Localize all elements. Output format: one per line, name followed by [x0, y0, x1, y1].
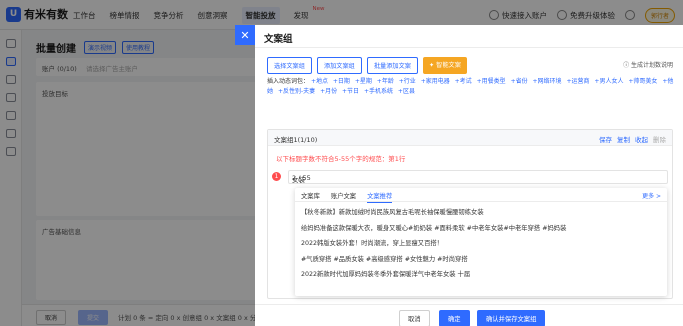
var-reverse-gender[interactable]: +反性别-夫妻 — [278, 88, 315, 95]
var-carrier[interactable]: +运营商 — [566, 78, 589, 85]
confirm-save-button[interactable]: 确认并保存文案组 — [477, 310, 546, 326]
select-copy-group-button[interactable]: 选择文案组 — [267, 57, 312, 74]
var-month[interactable]: +月份 — [320, 88, 337, 95]
var-age[interactable]: +年龄 — [377, 78, 394, 85]
list-item[interactable]: 【秋冬新款】新款加绒时尚民族风复古毛呢长袖保暖慢腰韧练女装 — [301, 205, 566, 221]
var-district[interactable]: +区县 — [398, 88, 415, 95]
list-item[interactable]: #气质穿搭 #品质女装 #高级感穿搭 #女性魅力 #时尚穿搭 — [301, 252, 566, 268]
copy-suggest-dropdown: 文案库 账户文案 文案推荐 更多 > 【秋冬新款】新款加绒时尚民族风复古毛呢长袖… — [295, 188, 667, 296]
copy-group-actions: 保存 复制 收起 删除 — [599, 134, 666, 144]
plan-count-help-label: 生成计划数说明 — [630, 62, 673, 69]
smart-copy-label: 智能文案 — [436, 62, 461, 69]
char-counter: 2 / 55 — [292, 174, 311, 182]
drawer-divider — [255, 47, 683, 48]
var-phone-os[interactable]: +手机系统 — [364, 88, 393, 95]
confirm-button[interactable]: 确定 — [439, 310, 470, 326]
delete-group-button[interactable]: 删除 — [653, 134, 666, 144]
copy-group-header: 文案组1(1/10) 保存 复制 收起 删除 — [268, 130, 672, 146]
var-exam[interactable]: +考试 — [455, 78, 472, 85]
close-icon: ✕ — [240, 28, 250, 42]
more-link[interactable]: 更多 > — [642, 191, 661, 200]
close-drawer-button[interactable]: ✕ — [235, 25, 255, 45]
drawer-title: 文案组 — [264, 34, 293, 45]
suggest-divider — [295, 201, 667, 202]
var-handsome-beauty[interactable]: +帅哥美女 — [628, 78, 657, 85]
collapse-group-button[interactable]: 收起 — [635, 134, 648, 144]
list-item[interactable]: 2022韩版女装外套！时尚潮流，穿上显瘦又百搭！ — [301, 236, 566, 252]
var-man-woman[interactable]: +男人女人 — [594, 78, 623, 85]
var-date[interactable]: +日期 — [333, 78, 350, 85]
cancel-button[interactable]: 取消 — [399, 310, 430, 326]
var-weekday[interactable]: +星期 — [355, 78, 372, 85]
var-meal-type[interactable]: +用餐类型 — [477, 78, 506, 85]
var-network[interactable]: +网络环境 — [533, 78, 562, 85]
title-length-error: 以下标题字数不符合5-55个字的规范：第1行 — [276, 155, 406, 163]
drawer-footer: 取消 确定 确认并保存文案组 — [255, 304, 683, 326]
batch-add-copy-button[interactable]: 批量添加文案 — [366, 57, 418, 74]
copy-group-title: 文案组1(1/10) — [274, 136, 318, 144]
var-industry[interactable]: +行业 — [399, 78, 416, 85]
list-item[interactable]: 给妈妈准备这款保暖大衣，暖身又暖心#奶奶装 #面料柔软 #中老年女装#中老年穿搭… — [301, 221, 566, 237]
var-appliance[interactable]: +家用电器 — [421, 78, 450, 85]
var-festival[interactable]: +节日 — [342, 88, 359, 95]
save-group-button[interactable]: 保存 — [599, 134, 612, 144]
add-copy-group-button[interactable]: 添加文案组 — [316, 57, 362, 74]
copy-group-drawer: 文案组 选择文案组 添加文案组 批量添加文案 ✦ 智能文案 ⓘ 生成计划数说明 … — [255, 25, 683, 326]
help-icon: ⓘ — [623, 62, 631, 69]
var-province[interactable]: +省份 — [511, 78, 528, 85]
row-error-badge: 1 — [272, 172, 281, 181]
list-item[interactable]: 2022新款时代加厚妈妈装冬季外套保暖洋气中老年女装 十届 — [301, 267, 566, 283]
copy-group-card: 文案组1(1/10) 保存 复制 收起 删除 以下标题字数不符合5-55个字的规… — [267, 129, 673, 299]
dynamic-words: 插入动态词包： +地点 +日期 +星期 +年龄 +行业 +家用电器 +考试 +用… — [267, 77, 677, 97]
copy-title-input[interactable]: 女装 2 / 55 — [288, 170, 668, 184]
copy-group-button[interactable]: 复制 — [617, 134, 630, 144]
smart-copy-button[interactable]: ✦ 智能文案 — [423, 57, 467, 74]
copy-actions: 选择文案组 添加文案组 批量添加文案 ✦ 智能文案 — [267, 57, 467, 74]
dynamic-words-label: 插入动态词包： — [267, 78, 310, 85]
var-location[interactable]: +地点 — [311, 78, 328, 85]
suggest-list: 【秋冬新款】新款加绒时尚民族风复古毛呢长袖保暖慢腰韧练女装 给妈妈准备这款保暖大… — [301, 205, 566, 283]
plan-count-help-link[interactable]: ⓘ 生成计划数说明 — [623, 60, 673, 69]
